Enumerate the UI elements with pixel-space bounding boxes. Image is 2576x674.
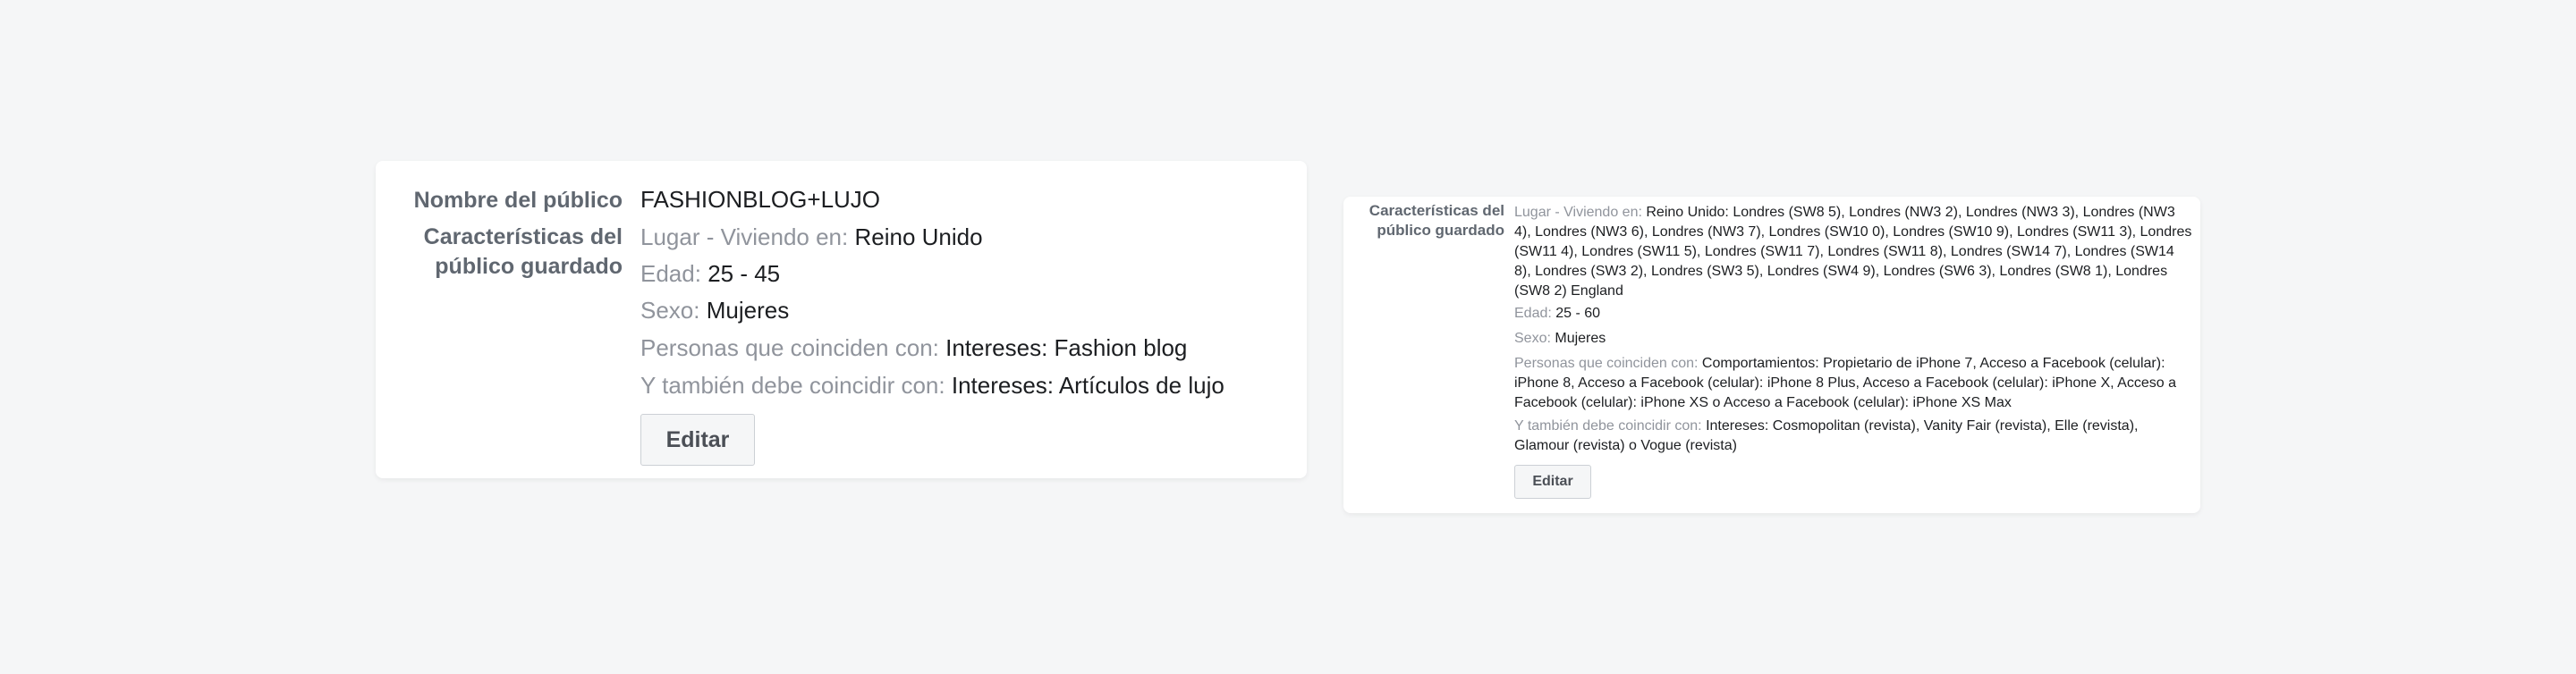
characteristics-label: Características del público guardado <box>423 224 623 279</box>
location-label: Lugar - Viviendo en: <box>640 223 849 250</box>
audience-name-value: FASHIONBLOG+LUJO <box>640 186 881 213</box>
location-row: Lugar - Viviendo en: Reino Unido <box>640 222 983 252</box>
sex-label: Sexo: <box>640 297 700 324</box>
also-match-value: Intereses: Artículos de lujo <box>951 372 1224 399</box>
persons-match-row: Personas que coinciden con: Intereses: F… <box>640 333 1187 363</box>
age-value: 25 - 45 <box>708 260 781 287</box>
location-row: Lugar - Viviendo en: Reino Unido: Londre… <box>1514 203 2194 301</box>
also-match-row: Y también debe coincidir con: Intereses:… <box>640 370 1224 400</box>
location-value: Reino Unido <box>854 223 983 250</box>
persons-match-row: Personas que coinciden con: Comportamien… <box>1514 354 2194 413</box>
audience-detail-card: Características del público guardado Lug… <box>1343 197 2200 513</box>
location-label: Lugar - Viviendo en: <box>1514 205 1642 220</box>
age-label: Edad: <box>640 260 701 287</box>
age-row: Edad: 25 - 45 <box>640 258 780 289</box>
characteristics-label: Características del público guardado <box>1368 202 1504 239</box>
audience-name-label: Nombre del público <box>413 188 623 213</box>
sex-row: Sexo: Mujeres <box>1514 329 2194 349</box>
sex-value: Mujeres <box>1555 331 1606 346</box>
sex-value: Mujeres <box>706 297 790 324</box>
persons-match-label: Personas que coinciden con: <box>1514 356 1699 371</box>
sex-row: Sexo: Mujeres <box>640 295 789 325</box>
audience-summary-card: Nombre del público Características del p… <box>376 161 1307 478</box>
age-label: Edad: <box>1514 306 1552 321</box>
also-match-label: Y también debe coincidir con: <box>1514 418 1702 434</box>
age-value: 25 - 60 <box>1555 306 1601 321</box>
sex-label: Sexo: <box>1514 331 1551 346</box>
edit-button[interactable]: Editar <box>1514 465 1591 499</box>
persons-match-value: Intereses: Fashion blog <box>945 334 1188 361</box>
also-match-label: Y también debe coincidir con: <box>640 372 945 399</box>
also-match-row: Y también debe coincidir con: Intereses:… <box>1514 417 2194 456</box>
persons-match-label: Personas que coinciden con: <box>640 334 939 361</box>
edit-button[interactable]: Editar <box>640 414 755 466</box>
age-row: Edad: 25 - 60 <box>1514 304 2194 324</box>
